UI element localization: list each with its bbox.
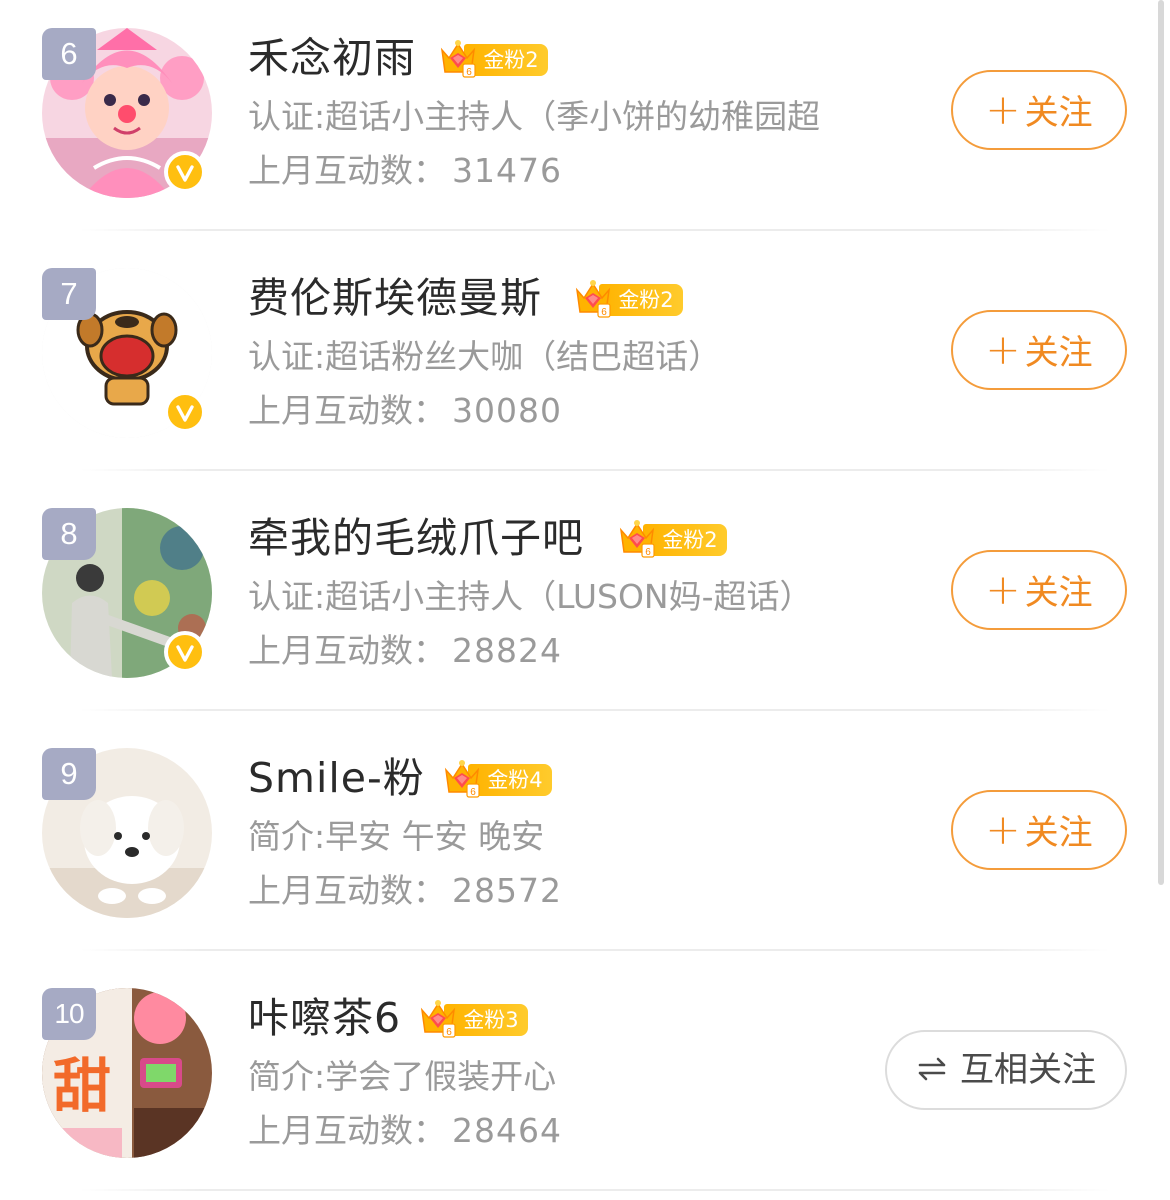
stat-label: 上月互动数：: [248, 631, 446, 670]
user-description: 认证:超话小主持人（季小饼的幼稚园超: [248, 97, 821, 136]
crown-icon: [617, 518, 657, 558]
stat-label: 上月互动数：: [248, 391, 446, 430]
user-name[interactable]: 费伦斯埃德曼斯: [248, 270, 542, 326]
plus-icon: +: [985, 325, 1021, 374]
divider: [80, 229, 1110, 231]
crown-icon: [438, 38, 478, 78]
stat-value: 28824: [452, 631, 562, 670]
rank-badge: 9: [42, 748, 96, 800]
crown-icon: [418, 998, 458, 1038]
interaction-stat: 上月互动数： 28824: [248, 626, 562, 676]
list-item[interactable]: 7 费伦斯埃德曼斯 金粉2 认证:超话粉丝大咖（结巴超话） 上月互动数： 3008…: [0, 240, 1170, 480]
verified-icon: [164, 151, 206, 193]
fan-level-badge: 金粉2: [617, 518, 729, 558]
interaction-stat: 上月互动数： 28464: [248, 1106, 562, 1156]
list-item[interactable]: 9 Smile-粉 金粉4 简介:早安 午安 晚安 上月互动数： 28572 + 关…: [0, 720, 1170, 960]
divider: [80, 1189, 1110, 1191]
interaction-stat: 上月互动数： 30080: [248, 386, 562, 436]
stat-label: 上月互动数：: [248, 151, 446, 190]
stat-value: 30080: [452, 391, 562, 430]
divider: [80, 709, 1110, 711]
verified-icon: [164, 391, 206, 433]
crown-icon: [573, 278, 613, 318]
rank-badge: 6: [42, 28, 96, 80]
user-name[interactable]: 禾念初雨: [248, 30, 416, 86]
divider: [80, 949, 1110, 951]
user-name[interactable]: Smile-粉: [248, 750, 425, 806]
follow-button[interactable]: + 关注: [951, 310, 1127, 390]
follow-button[interactable]: + 关注: [951, 70, 1127, 150]
follow-label: 关注: [1024, 573, 1093, 613]
rank-badge: 10: [42, 988, 96, 1040]
user-name[interactable]: 牵我的毛绒爪子吧: [248, 510, 584, 566]
interaction-stat: 上月互动数： 28572: [248, 866, 562, 916]
list-item[interactable]: 甜 10 咔嚓茶6 金粉3 简介:学会了假装开心 上月互动数： 28464 互相关…: [0, 960, 1170, 1200]
follow-button[interactable]: + 关注: [951, 790, 1127, 870]
user-description: 认证:超话小主持人（LUSON妈-超话）: [248, 577, 813, 616]
stat-value: 31476: [452, 151, 562, 190]
stat-value: 28464: [452, 1111, 562, 1150]
follow-label: 关注: [1024, 93, 1093, 133]
user-name[interactable]: 咔嚓茶6: [248, 990, 401, 1046]
mutual-follow-button[interactable]: 互相关注: [885, 1030, 1127, 1110]
plus-icon: +: [985, 565, 1021, 614]
plus-icon: +: [985, 85, 1021, 134]
divider: [80, 469, 1110, 471]
plus-icon: +: [985, 805, 1021, 854]
stat-label: 上月互动数：: [248, 1111, 446, 1150]
rank-badge: 8: [42, 508, 96, 560]
list-item[interactable]: 8 牵我的毛绒爪子吧 金粉2 认证:超话小主持人（LUSON妈-超话） 上月互动…: [0, 480, 1170, 720]
fan-level-badge: 金粉4: [442, 758, 554, 798]
fan-level-badge: 金粉3: [418, 998, 530, 1038]
list-item[interactable]: 6 禾念初雨 金粉2 认证:超话小主持人（季小饼的幼稚园超 上月互动数： 3147…: [0, 0, 1170, 240]
rank-badge: 7: [42, 268, 96, 320]
scrollbar[interactable]: [1158, 0, 1164, 885]
swap-arrows-icon: [918, 1057, 946, 1080]
svg-text:甜: 甜: [53, 1052, 111, 1120]
follow-button[interactable]: + 关注: [951, 550, 1127, 630]
fan-level-badge: 金粉2: [573, 278, 685, 318]
follow-label: 关注: [1024, 813, 1093, 853]
crown-icon: [442, 758, 482, 798]
verified-icon: [164, 631, 206, 673]
stat-label: 上月互动数：: [248, 871, 446, 910]
fan-level-badge: 金粉2: [438, 38, 550, 78]
follow-label: 关注: [1024, 333, 1093, 373]
user-description: 简介:早安 午安 晚安: [248, 817, 545, 856]
mutual-follow-label: 互相关注: [960, 1050, 1096, 1090]
stat-value: 28572: [452, 871, 562, 910]
user-description: 简介:学会了假装开心: [248, 1057, 557, 1096]
user-description: 认证:超话粉丝大咖（结巴超话）: [248, 337, 722, 376]
interaction-stat: 上月互动数： 31476: [248, 146, 562, 196]
